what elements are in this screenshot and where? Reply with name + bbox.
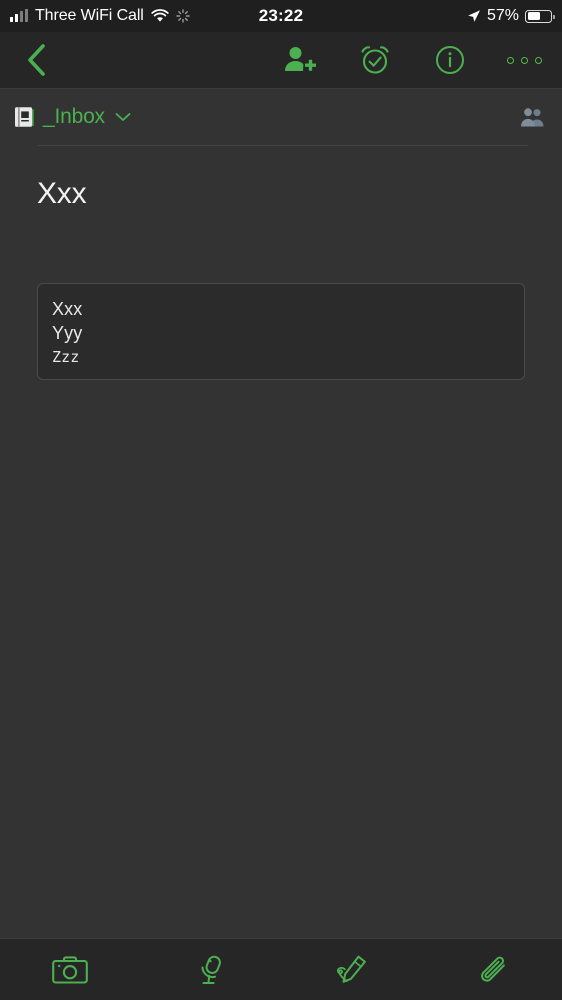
- status-bar: Three WiFi Call 23:22 57%: [0, 0, 562, 32]
- reminder-button[interactable]: [337, 32, 412, 88]
- header-divider: [38, 145, 528, 146]
- alarm-check-icon: [359, 44, 391, 76]
- notebook-selector[interactable]: _Inbox: [14, 105, 132, 129]
- microphone-icon: [195, 954, 227, 986]
- navigation-bar: [0, 32, 562, 89]
- add-person-button[interactable]: [262, 32, 337, 88]
- note-title[interactable]: Xxx: [37, 177, 87, 211]
- people-group-icon: [520, 106, 546, 128]
- chevron-down-icon: [114, 111, 132, 123]
- pen-sketch-icon: [334, 954, 368, 986]
- share-members-button[interactable]: [520, 106, 546, 128]
- camera-icon: [52, 955, 89, 985]
- battery-percent-label: 57%: [486, 7, 519, 24]
- notebook-name-label: _Inbox: [43, 105, 105, 128]
- paperclip-icon: [476, 954, 508, 986]
- attachment-button[interactable]: [422, 939, 562, 1000]
- camera-button[interactable]: [0, 939, 141, 1000]
- note-line: Yyy: [52, 323, 83, 343]
- sketch-button[interactable]: [281, 939, 422, 1000]
- battery-icon: [525, 9, 555, 23]
- note-content-card[interactable]: Xxx Yyy Zzz: [37, 283, 525, 380]
- more-button[interactable]: [487, 32, 562, 88]
- audio-button[interactable]: [141, 939, 282, 1000]
- app-screen: Three WiFi Call 23:22 57% _Inbox Xxx Xxx…: [0, 0, 562, 1000]
- notebook-icon: [14, 106, 34, 128]
- note-line: Zzz: [52, 348, 80, 366]
- notebook-header: _Inbox: [0, 89, 562, 145]
- info-circle-icon: [435, 45, 465, 75]
- more-dots-icon: [507, 56, 542, 64]
- chevron-left-icon: [25, 43, 47, 77]
- status-bar-right: 57%: [467, 7, 555, 25]
- bottom-toolbar: [0, 938, 562, 1000]
- navigation-actions: [262, 32, 562, 88]
- add-person-icon: [283, 45, 317, 75]
- info-button[interactable]: [412, 32, 487, 88]
- note-line: Xxx: [52, 299, 83, 319]
- back-button[interactable]: [10, 32, 62, 88]
- location-arrow-icon: [467, 9, 481, 23]
